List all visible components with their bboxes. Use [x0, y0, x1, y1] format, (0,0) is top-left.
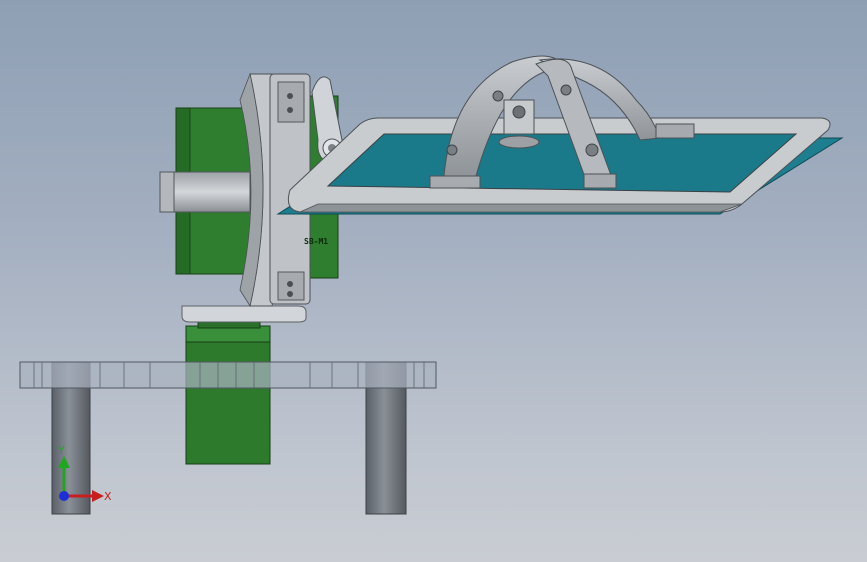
- servo-label-text: SB-M1: [304, 237, 328, 246]
- pivot-block[interactable]: [498, 99, 540, 149]
- cad-model-drawing: SB-M1 Y X: [19, 55, 844, 515]
- x-axis-label: X: [104, 490, 112, 503]
- servo-shaft[interactable]: [159, 171, 251, 213]
- base-plate[interactable]: [19, 361, 437, 389]
- y-axis-label: Y: [57, 444, 65, 457]
- frame-tray[interactable]: [287, 117, 831, 213]
- bottom-servo-body[interactable]: [185, 317, 271, 465]
- cad-viewport[interactable]: SB-M1 Y X: [0, 0, 867, 562]
- lower-bracket-foot[interactable]: [181, 305, 307, 323]
- z-axis-dot: [59, 491, 69, 501]
